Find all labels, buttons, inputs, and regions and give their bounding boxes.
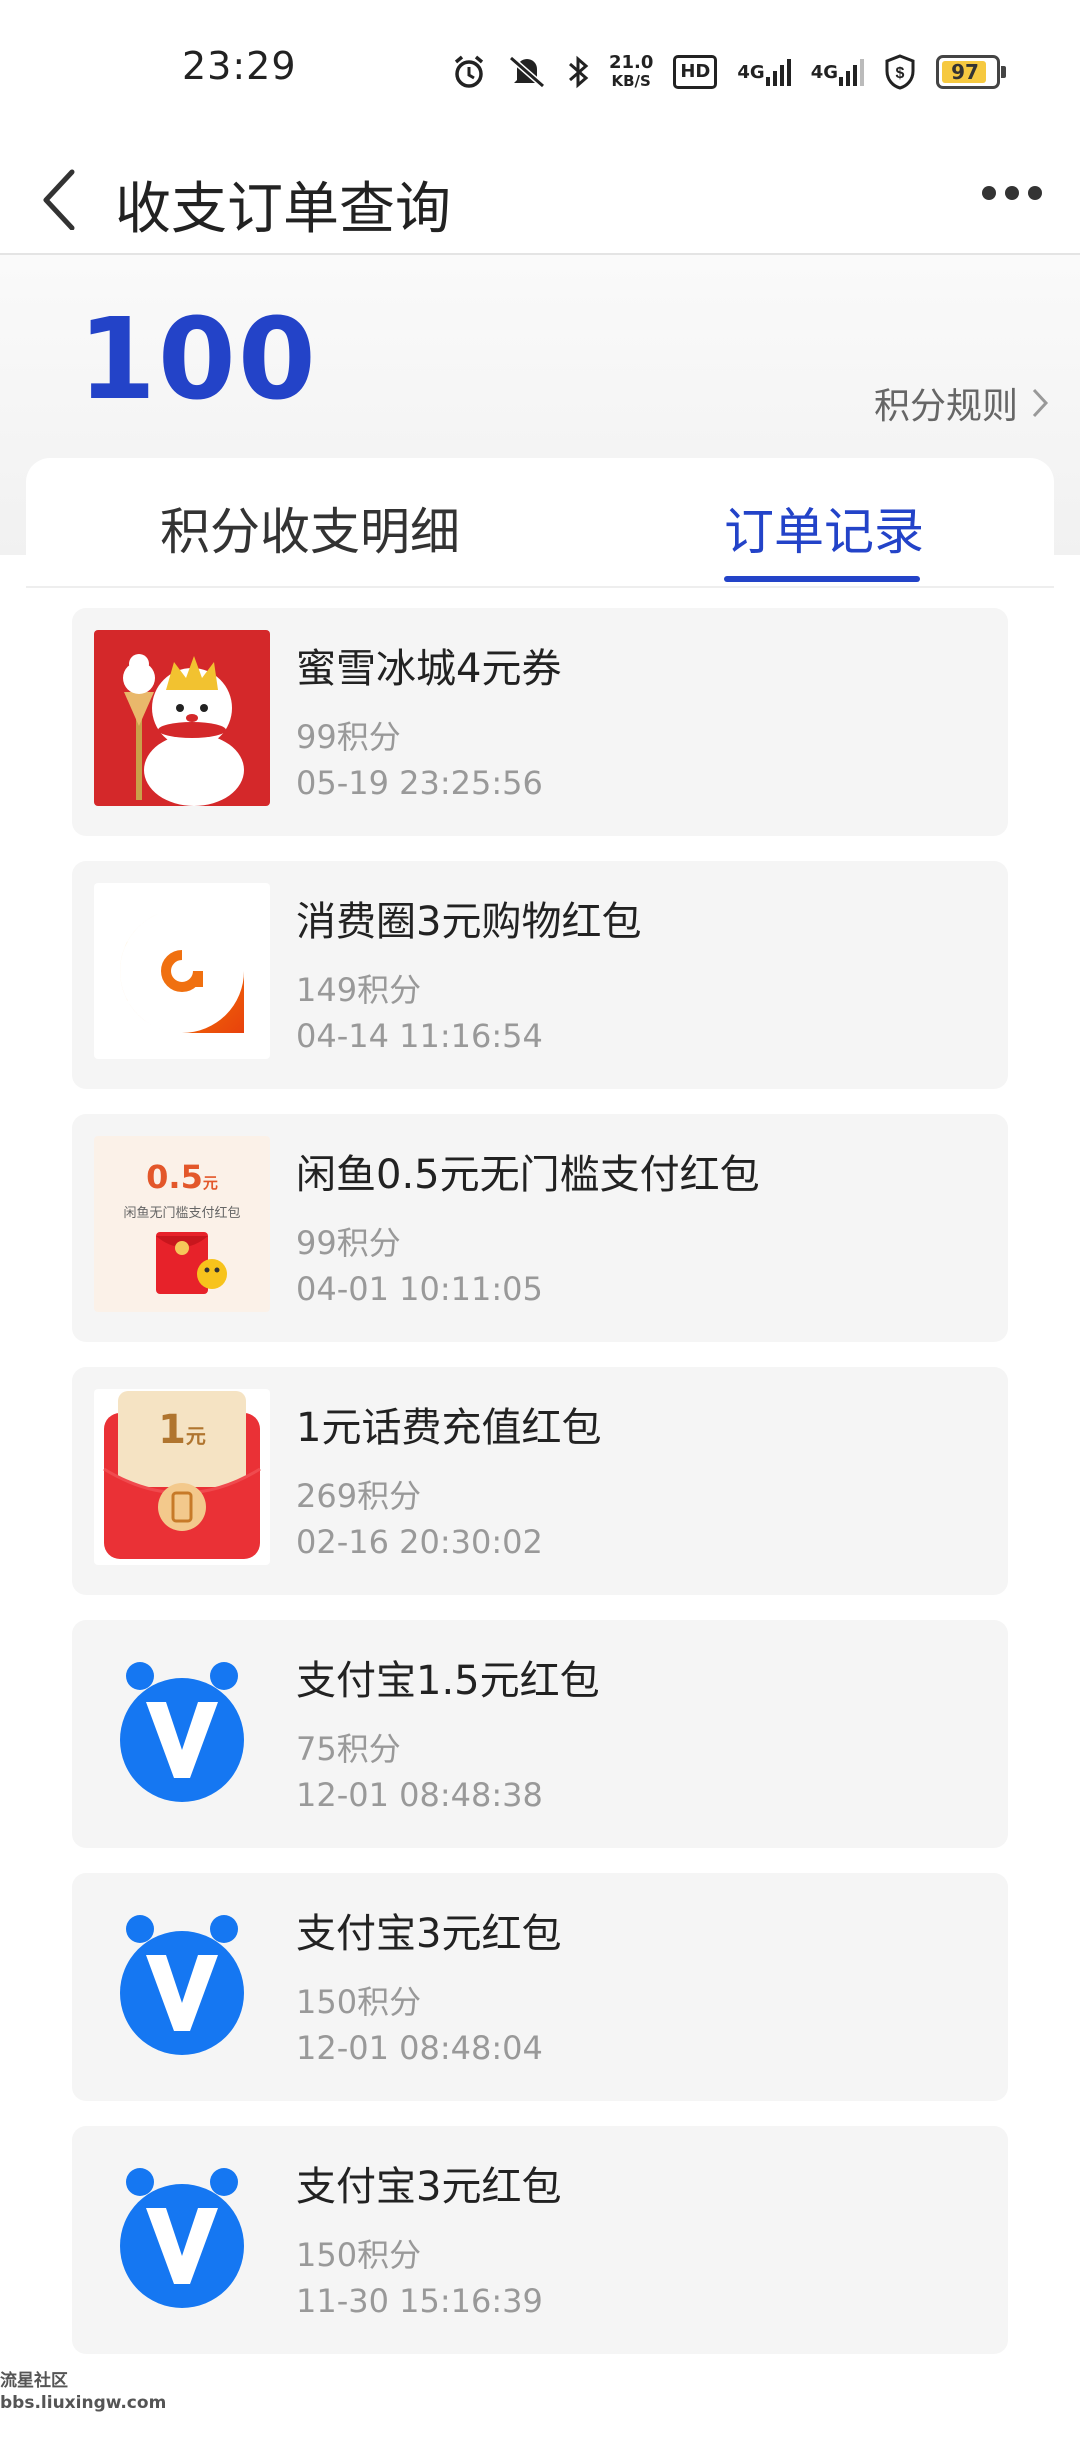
order-item[interactable]: 支付宝1.5元红包 75积分 12-01 08:48:38 <box>72 1620 1008 1848</box>
order-cost: 99积分 <box>296 1224 401 1262</box>
mixue-snowman-icon <box>94 630 270 806</box>
tab-order-records[interactable]: 订单记录 <box>724 492 924 564</box>
order-name: 消费圈3元购物红包 <box>296 899 642 945</box>
phone-redpacket-icon: 1元 <box>94 1389 270 1565</box>
points-balance: 100 <box>78 295 318 425</box>
tab-divider <box>26 586 1054 588</box>
xiaofeiquan-logo-icon <box>94 883 270 1059</box>
order-date: 12-01 08:48:04 <box>296 2029 543 2067</box>
chevron-left-icon <box>43 169 75 231</box>
more-menu-button[interactable] <box>982 178 1042 208</box>
v-logo-icon <box>94 1895 270 2071</box>
more-dots-icon <box>982 186 996 200</box>
order-item[interactable]: 0.5元 闲鱼无门槛支付红包 闲鱼0.5元无门槛支付红包 99积分 04-01 … <box>72 1114 1008 1342</box>
order-cost: 269积分 <box>296 1477 422 1515</box>
order-cost: 75积分 <box>296 1730 401 1768</box>
order-cost: 149积分 <box>296 971 422 1009</box>
order-date: 02-16 20:30:02 <box>296 1523 543 1561</box>
back-button[interactable] <box>34 160 94 231</box>
bluetooth-icon <box>567 52 589 92</box>
watermark: 流星社区 bbs.liuxingw.com <box>0 2371 167 2413</box>
chevron-right-icon <box>1032 388 1049 418</box>
order-item[interactable]: 消费圈3元购物红包 149积分 04-14 11:16:54 <box>72 861 1008 1089</box>
app-header: 收支订单查询 <box>0 140 1080 255</box>
order-item[interactable]: 蜜雪冰城4元券 99积分 05-19 23:25:56 <box>72 608 1008 836</box>
mute-icon <box>507 52 547 92</box>
hd-icon: HD <box>673 52 718 92</box>
order-item[interactable]: 支付宝3元红包 150积分 12-01 08:48:04 <box>72 1873 1008 2101</box>
order-date: 04-01 10:11:05 <box>296 1270 543 1308</box>
tab-points-detail[interactable]: 积分收支明细 <box>160 492 460 564</box>
points-rules-link[interactable]: 积分规则 <box>874 377 1050 429</box>
order-date: 12-01 08:48:38 <box>296 1776 543 1814</box>
order-name: 闲鱼0.5元无门槛支付红包 <box>296 1152 760 1198</box>
order-cost: 99积分 <box>296 718 401 756</box>
alarm-icon <box>451 52 487 92</box>
status-time: 23:29 <box>182 44 297 88</box>
order-list: 蜜雪冰城4元券 99积分 05-19 23:25:56 消费圈3元购物红包 14… <box>72 608 1008 2379</box>
order-date: 11-30 15:16:39 <box>296 2282 543 2320</box>
order-name: 支付宝3元红包 <box>296 2164 562 2210</box>
order-cost: 150积分 <box>296 2236 422 2274</box>
xianyu-redpacket-icon: 0.5元 闲鱼无门槛支付红包 <box>94 1136 270 1312</box>
active-tab-indicator <box>724 576 920 582</box>
order-date: 04-14 11:16:54 <box>296 1017 543 1055</box>
battery-icon: 97 <box>936 52 1006 92</box>
v-logo-icon <box>94 1642 270 1818</box>
signal-sim2-icon: 4G <box>811 52 864 92</box>
page-title: 收支订单查询 <box>115 177 451 242</box>
order-item[interactable]: 1元 1元话费充值红包 269积分 02-16 20:30:02 <box>72 1367 1008 1595</box>
signal-sim1-icon: 4G <box>737 52 791 92</box>
orders-panel: 积分收支明细 订单记录 蜜雪冰城4元券 99积分 05-19 23:25:56 … <box>26 458 1054 2448</box>
order-item[interactable]: 支付宝3元红包 150积分 11-30 15:16:39 <box>72 2126 1008 2354</box>
points-rules-label: 积分规则 <box>873 386 1018 427</box>
order-name: 支付宝1.5元红包 <box>296 1658 600 1704</box>
order-cost: 150积分 <box>296 1983 422 2021</box>
status-icons: 21.0 KB/S HD 4G 4G $ 97 <box>451 48 1006 96</box>
v-logo-icon <box>94 2148 270 2324</box>
order-name: 支付宝3元红包 <box>296 1911 562 1957</box>
order-name: 1元话费充值红包 <box>296 1405 602 1451</box>
order-date: 05-19 23:25:56 <box>296 764 543 802</box>
net-speed: 21.0 KB/S <box>608 52 654 91</box>
order-name: 蜜雪冰城4元券 <box>296 646 562 692</box>
shield-icon: $ <box>884 52 916 92</box>
status-bar: 23:29 21.0 KB/S HD 4G 4G $ 97 <box>0 0 1080 140</box>
svg-text:$: $ <box>896 65 905 82</box>
